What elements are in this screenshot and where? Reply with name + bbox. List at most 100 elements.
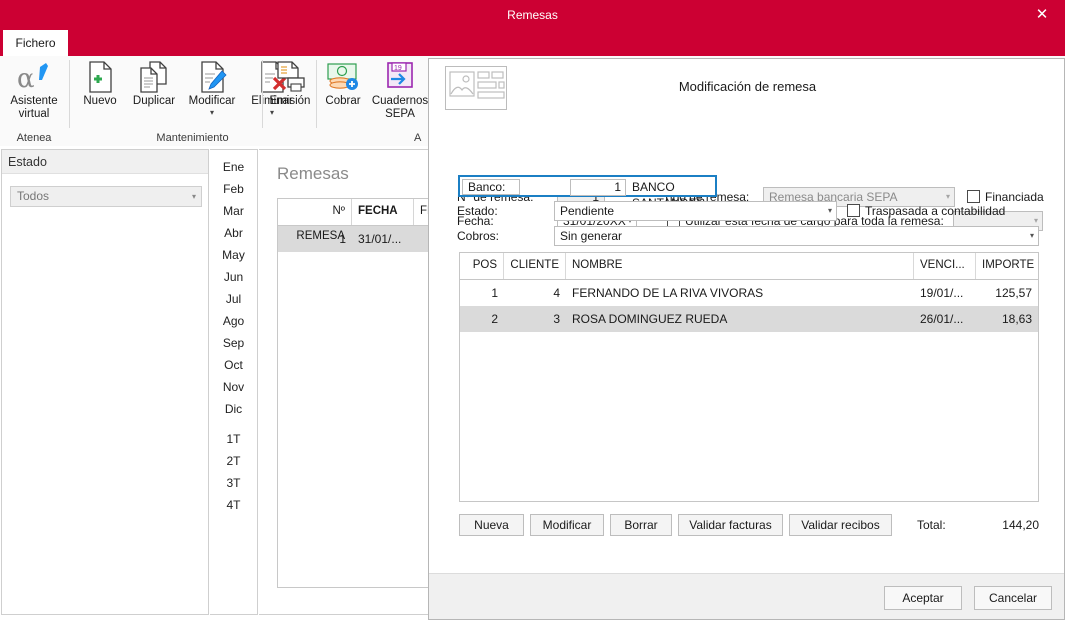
month-item-sep[interactable]: Sep (210, 332, 257, 354)
validar-facturas-button[interactable]: Validar facturas (678, 514, 783, 536)
ribbon-group-emision: Emisión (264, 56, 316, 146)
nueva-button[interactable]: Nueva (459, 514, 524, 536)
month-item-abr[interactable]: Abr (210, 222, 257, 244)
ribbon-group-label-atenea: Atenea (16, 132, 52, 144)
estado-select[interactable]: Pendiente ▾ (554, 201, 837, 221)
checkbox-box (967, 190, 980, 203)
ribbon-tab-strip: Fichero (0, 30, 1065, 56)
validar-recibos-button[interactable]: Validar recibos (789, 514, 892, 536)
ribbon-group-cobros: Cobrar 19 Cuadernos SEPA A (318, 56, 432, 146)
cell-fecha: 31/01/... (358, 232, 402, 246)
month-quarter-strip: Ene Feb Mar Abr May Jun Jul Ago Sep Oct … (210, 149, 258, 615)
dialog-title: Modificación de remesa (678, 79, 817, 94)
estado-value: Pendiente (560, 204, 615, 218)
financiada-label: Financiada (985, 190, 1044, 204)
cell-pos: 2 (491, 312, 498, 326)
print-document-icon (264, 60, 316, 94)
banco-code-field[interactable]: 1 (570, 179, 626, 196)
month-item-jun[interactable]: Jun (210, 266, 257, 288)
chevron-down-icon[interactable]: ▾ (182, 108, 242, 117)
checkbox-box (847, 204, 860, 217)
quarter-item-2t[interactable]: 2T (210, 450, 257, 472)
month-item-oct[interactable]: Oct (210, 354, 257, 376)
column-header-importe[interactable]: IMPORTE (976, 253, 1038, 279)
edit-document-icon (182, 60, 242, 94)
total-value: 144,20 (1002, 518, 1039, 532)
window-title: Remesas (507, 8, 558, 22)
month-item-jul[interactable]: Jul (210, 288, 257, 310)
banco-field-group[interactable]: Banco: 1 BANCO SANTANDER (458, 175, 717, 210)
cell-importe: 125,57 (995, 286, 1032, 300)
strip-gap (210, 420, 257, 428)
modificar-label: Modificar (188, 95, 236, 107)
quarter-item-1t[interactable]: 1T (210, 428, 257, 450)
cell-cliente: 3 (553, 312, 560, 326)
quarter-item-4t[interactable]: 4T (210, 494, 257, 516)
month-item-ago[interactable]: Ago (210, 310, 257, 332)
cuadernos-sepa-button[interactable]: 19 Cuadernos SEPA (368, 58, 432, 121)
svg-text:19: 19 (394, 65, 402, 72)
remesa-detail-table: POS CLIENTE NOMBRE VENCI... IMPORTE 1 4 … (459, 252, 1039, 502)
column-header-pos[interactable]: POS (460, 253, 504, 279)
modificar-button[interactable]: Modificar ▾ (182, 58, 242, 117)
sepa-notebook-icon: 19 (368, 60, 432, 94)
cuadernos-sepa-label-2: SEPA (385, 108, 415, 120)
month-item-feb[interactable]: Feb (210, 178, 257, 200)
quarter-item-3t[interactable]: 3T (210, 472, 257, 494)
ribbon-divider-3 (316, 60, 317, 128)
cobrar-button[interactable]: Cobrar (318, 58, 368, 108)
traspasada-contabilidad-checkbox[interactable]: Traspasada a contabilidad (847, 203, 1005, 219)
cell-pos: 1 (491, 286, 498, 300)
emision-button[interactable]: Emisión (264, 58, 316, 108)
cuadernos-sepa-label-1: Cuadernos (371, 95, 429, 107)
column-header-nombre[interactable]: NOMBRE (566, 253, 914, 279)
dialog-footer: Aceptar Cancelar (429, 573, 1064, 619)
cell-vencimiento: 19/01/... (920, 286, 964, 300)
cobrar-label: Cobrar (325, 95, 361, 107)
table-row[interactable]: 1 4 FERNANDO DE LA RIVA VIVORAS 19/01/..… (460, 280, 1038, 306)
chevron-down-icon: ▾ (191, 192, 196, 201)
close-icon[interactable]: ✕ (1019, 0, 1065, 30)
cell-numero: 1 (339, 232, 346, 246)
asistente-virtual-button[interactable]: α Asistente virtual (4, 58, 64, 121)
nuevo-button[interactable]: Nuevo (74, 58, 126, 108)
money-icon (318, 60, 368, 94)
column-header-fecha[interactable]: FECHA (352, 199, 414, 225)
page-title: Remesas (277, 164, 349, 183)
modificar-detalle-button[interactable]: Modificar (530, 514, 604, 536)
cobros-select[interactable]: Sin generar ▾ (554, 226, 1039, 246)
application-window: Remesas ✕ Fichero α Asistente virtual At… (0, 0, 1065, 620)
duplicar-button[interactable]: Duplicar (126, 58, 182, 108)
month-item-mar[interactable]: Mar (210, 200, 257, 222)
traspasada-label: Traspasada a contabilidad (865, 204, 1006, 218)
month-item-dic[interactable]: Dic (210, 398, 257, 420)
column-header-numero[interactable]: Nº REMESA (278, 199, 352, 242)
duplicate-document-icon (126, 60, 182, 94)
cell-vencimiento: 26/01/... (920, 312, 964, 326)
month-item-ene[interactable]: Ene (210, 156, 257, 178)
chevron-down-icon: ▾ (827, 206, 832, 215)
estado-filter-panel: Estado Todos ▾ (1, 149, 209, 615)
month-item-may[interactable]: May (210, 244, 257, 266)
cobros-value: Sin generar (560, 229, 623, 243)
title-bar: Remesas ✕ (0, 0, 1065, 30)
table-row[interactable]: 2 3 ROSA DOMINGUEZ RUEDA 26/01/... 18,63 (460, 306, 1038, 332)
tab-fichero[interactable]: Fichero (3, 30, 68, 56)
column-header-vencimiento[interactable]: VENCI... (914, 253, 976, 279)
aceptar-button[interactable]: Aceptar (884, 586, 962, 610)
month-item-nov[interactable]: Nov (210, 376, 257, 398)
svg-text:α: α (17, 64, 35, 94)
cell-cliente: 4 (553, 286, 560, 300)
estado-filter-select[interactable]: Todos ▾ (10, 186, 202, 207)
cell-importe: 18,63 (1001, 312, 1032, 326)
new-document-icon (74, 60, 126, 94)
total-label: Total: (917, 518, 946, 532)
duplicar-label: Duplicar (132, 95, 176, 107)
borrar-button[interactable]: Borrar (610, 514, 672, 536)
cobros-label: Cobros: (457, 229, 500, 243)
cancelar-button[interactable]: Cancelar (974, 586, 1052, 610)
estado-label: Estado: (457, 204, 498, 218)
detail-table-header: POS CLIENTE NOMBRE VENCI... IMPORTE (460, 253, 1038, 280)
column-header-cliente[interactable]: CLIENTE (504, 253, 566, 279)
cell-nombre: FERNANDO DE LA RIVA VIVORAS (572, 286, 764, 300)
